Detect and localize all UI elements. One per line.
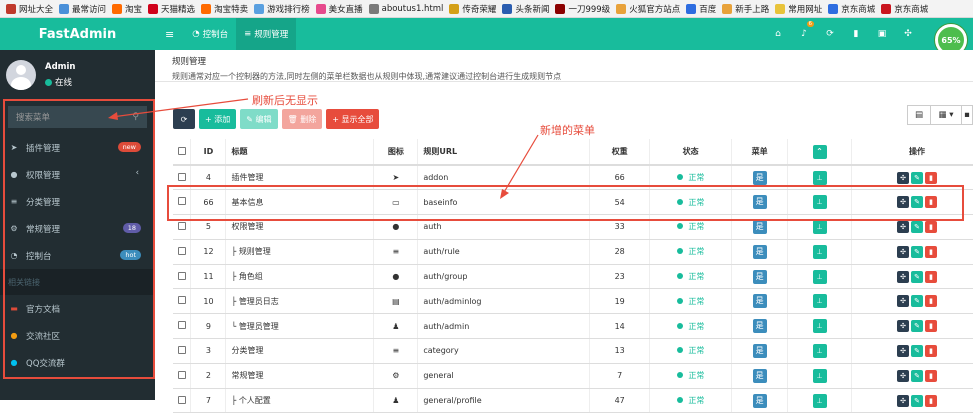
arrow-head-new-row: [500, 189, 509, 199]
arrow-to-search: [111, 98, 249, 118]
arrow-to-new-row: [502, 134, 539, 195]
arrow-head-search: [108, 112, 118, 120]
annotation-arrows: [108, 98, 539, 199]
